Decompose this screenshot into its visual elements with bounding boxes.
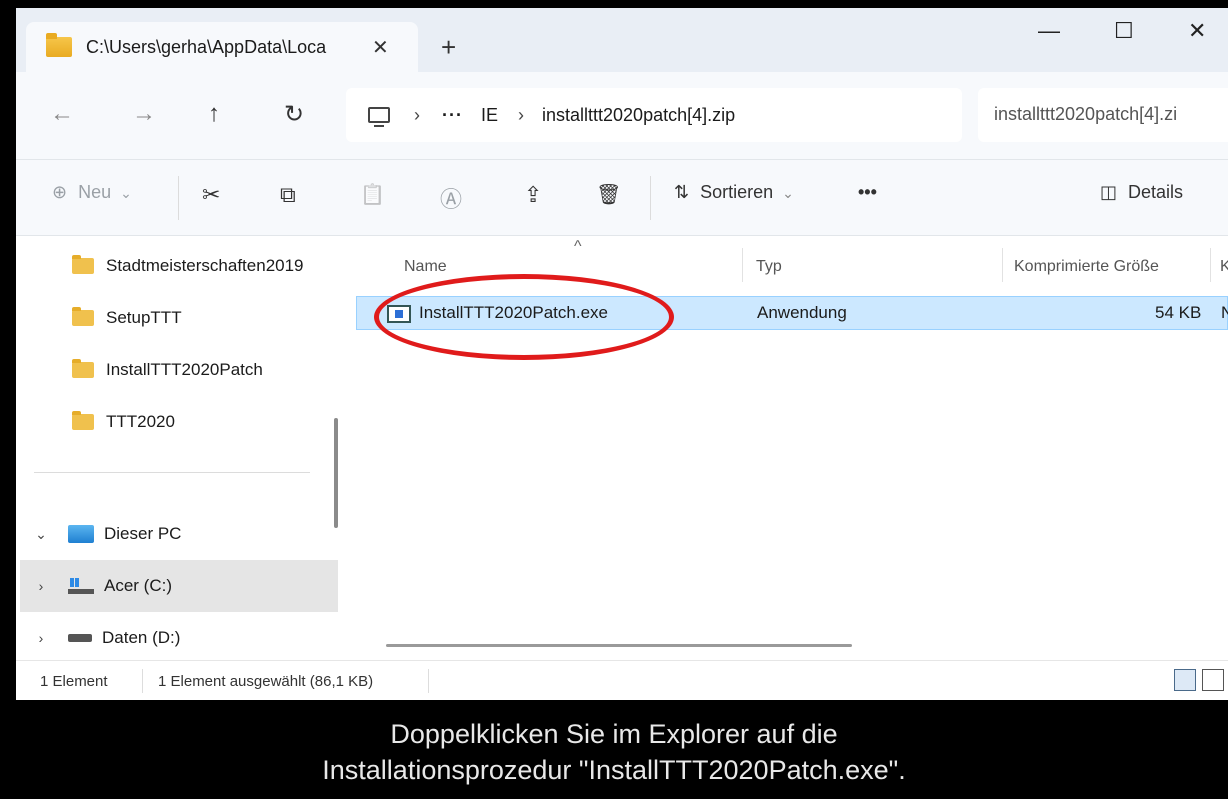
chevron-right-icon[interactable]: ›	[34, 578, 48, 594]
divider	[178, 176, 179, 220]
caption-line-1: Doppelklicken Sie im Explorer auf die	[390, 719, 838, 749]
status-divider	[142, 669, 143, 693]
folder-icon	[72, 359, 94, 378]
chevron-right-icon[interactable]: ›	[34, 630, 48, 646]
refresh-button[interactable]: ↻	[284, 100, 304, 129]
sidebar-item-stadtmeisterschaften[interactable]: Stadtmeisterschaften2019	[72, 242, 304, 290]
horizontal-scrollbar[interactable]	[386, 644, 852, 647]
column-header-partial[interactable]: K	[1220, 258, 1228, 276]
caption-line-2: Installationsprozedur "InstallTTT2020Pat…	[322, 755, 906, 785]
chevron-down-icon: ⌄	[782, 185, 794, 201]
new-button[interactable]: ⊕ Neu ⌄	[52, 182, 132, 203]
breadcrumb-ie[interactable]: IE	[481, 105, 498, 126]
drive-icon	[68, 634, 92, 642]
details-view-icon[interactable]	[1174, 669, 1196, 691]
sidebar-item-label: Dieser PC	[104, 524, 182, 543]
new-tab-button[interactable]: +	[441, 32, 456, 63]
tab-close-icon[interactable]: ✕	[372, 35, 389, 60]
sidebar-scrollbar[interactable]	[334, 418, 338, 528]
instruction-caption: Doppelklicken Sie im Explorer auf die In…	[0, 716, 1228, 788]
sort-button[interactable]: ⇅ Sortieren ⌄	[674, 182, 794, 203]
maximize-button[interactable]: ☐	[1114, 18, 1134, 44]
minimize-button[interactable]: —	[1038, 18, 1060, 44]
close-window-button[interactable]: ✕	[1188, 18, 1206, 44]
folder-icon	[72, 307, 94, 326]
sidebar-item-label: SetupTTT	[106, 308, 182, 327]
sidebar-item-drive-d[interactable]: › Daten (D:)	[34, 614, 181, 660]
tiles-view-icon[interactable]	[1202, 669, 1224, 691]
sidebar-item-label: Acer (C:)	[104, 576, 172, 595]
column-divider[interactable]	[1210, 248, 1211, 282]
sort-icon: ⇅	[674, 182, 690, 202]
paste-button[interactable]: 📋	[360, 182, 385, 207]
address-bar[interactable]: › ··· IE › installttt2020patch[4].zip	[346, 88, 962, 142]
screenshot-frame: C:\Users\gerha\AppData\Loca ✕ + — ☐ ✕ ← …	[0, 0, 1228, 710]
up-button[interactable]: ↑	[208, 100, 220, 128]
chevron-down-icon[interactable]: ⌄	[34, 526, 48, 543]
system-drive-icon	[68, 578, 94, 594]
rename-button[interactable]: Ⓐ	[440, 182, 462, 214]
folder-icon	[46, 33, 72, 57]
red-highlight-circle	[374, 274, 674, 360]
sidebar-item-label: Stadtmeisterschaften2019	[106, 256, 304, 275]
computer-icon	[68, 525, 94, 543]
explorer-window: C:\Users\gerha\AppData\Loca ✕ + — ☐ ✕ ← …	[16, 8, 1228, 700]
forward-button[interactable]: →	[132, 100, 156, 128]
explorer-tab[interactable]: C:\Users\gerha\AppData\Loca ✕	[26, 22, 418, 72]
back-button[interactable]: ←	[50, 100, 74, 128]
file-extra-partial: N	[1221, 303, 1228, 322]
column-header-compressed-size[interactable]: Komprimierte Größe	[1014, 258, 1159, 276]
navigation-bar: ← → ↑ ↻ › ··· IE › installttt2020patch[4…	[16, 72, 1228, 160]
status-bar: 1 Element 1 Element ausgewählt (86,1 KB)	[16, 660, 1228, 700]
sidebar-item-this-pc[interactable]: ⌄ Dieser PC	[34, 510, 181, 558]
title-bar: C:\Users\gerha\AppData\Loca ✕ + — ☐ ✕	[16, 8, 1228, 72]
breadcrumb-zip[interactable]: installttt2020patch[4].zip	[542, 105, 735, 126]
tab-title: C:\Users\gerha\AppData\Loca	[86, 36, 327, 57]
chevron-down-icon: ⌄	[120, 185, 132, 201]
column-header-name[interactable]: Name	[404, 258, 447, 276]
share-button[interactable]: ⇪	[524, 182, 542, 208]
details-button[interactable]: ◫ Details	[1100, 182, 1183, 203]
sidebar-item-ttt2020[interactable]: TTT2020	[72, 398, 175, 446]
search-box[interactable]: installttt2020patch[4].zi	[978, 88, 1228, 142]
sidebar-item-setupttt[interactable]: SetupTTT	[72, 294, 182, 342]
file-type: Anwendung	[757, 303, 847, 322]
delete-button[interactable]: 🗑	[596, 182, 621, 207]
column-header-type[interactable]: Typ	[756, 258, 782, 276]
file-list: ^ Name Typ Komprimierte Größe K InstallT…	[356, 236, 1228, 660]
status-divider	[428, 669, 429, 693]
sidebar-item-label: InstallTTT2020Patch	[106, 360, 263, 379]
sidebar-item-installttt2020patch[interactable]: InstallTTT2020Patch	[72, 346, 263, 394]
plus-circle-icon: ⊕	[52, 182, 68, 202]
new-label: Neu	[78, 182, 112, 202]
folder-icon	[72, 255, 94, 274]
navigation-pane: Stadtmeisterschaften2019 SetupTTT Instal…	[16, 236, 348, 660]
divider	[650, 176, 651, 220]
details-pane-icon: ◫	[1100, 182, 1118, 202]
breadcrumb-more-button[interactable]: ···	[442, 105, 463, 126]
sort-label: Sortieren	[700, 182, 774, 202]
sidebar-item-label: Daten (D:)	[102, 628, 181, 647]
item-count: 1 Element	[40, 673, 108, 690]
sidebar-item-drive-c[interactable]: › Acer (C:)	[20, 560, 338, 612]
sidebar-divider	[34, 472, 310, 473]
column-divider[interactable]	[742, 248, 743, 282]
folder-icon	[72, 411, 94, 430]
sidebar-item-label: TTT2020	[106, 412, 175, 431]
file-size: 54 KB	[1155, 303, 1202, 322]
more-options-button[interactable]: •••	[858, 182, 877, 203]
sort-ascending-icon: ^	[574, 238, 582, 255]
details-label: Details	[1128, 182, 1184, 202]
breadcrumb-separator: ›	[414, 104, 420, 125]
cut-button[interactable]: ✂	[202, 182, 220, 208]
command-bar: ⊕ Neu ⌄ ✂ ⧉ 📋 Ⓐ ⇪ 🗑 ⇅ Sortieren ⌄ ••• ◫ …	[16, 160, 1228, 236]
breadcrumb-separator: ›	[518, 104, 524, 125]
copy-button[interactable]: ⧉	[280, 182, 296, 208]
column-divider[interactable]	[1002, 248, 1003, 282]
selection-info: 1 Element ausgewählt (86,1 KB)	[158, 673, 374, 690]
computer-icon	[368, 107, 390, 127]
